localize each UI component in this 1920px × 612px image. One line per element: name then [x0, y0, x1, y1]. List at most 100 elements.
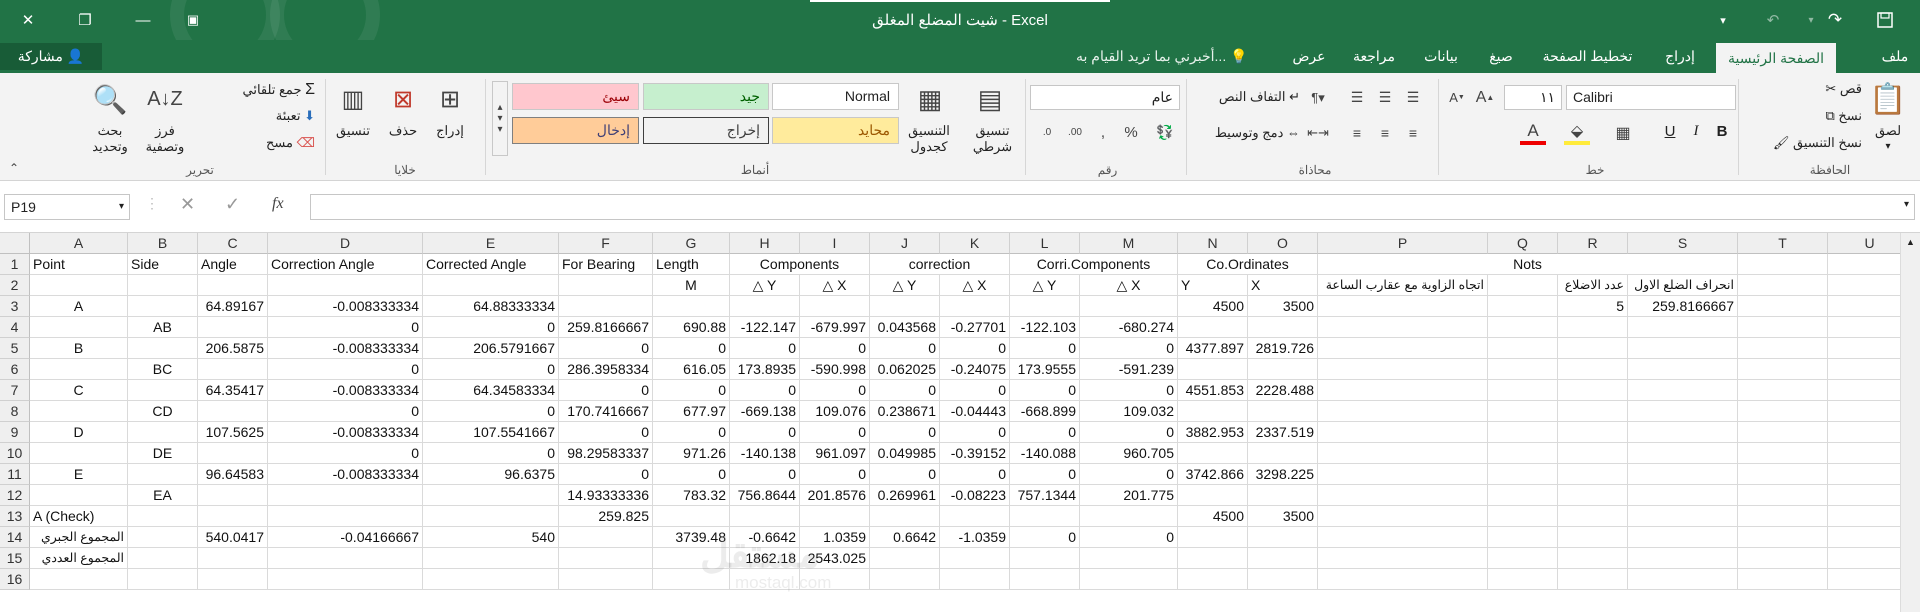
percent-icon[interactable]: %	[1118, 120, 1144, 145]
cell-r13[interactable]	[1558, 506, 1628, 527]
cell-p6[interactable]	[1318, 359, 1488, 380]
insert-cells-icon[interactable]: ⊞	[430, 79, 470, 119]
currency-icon[interactable]: 💱	[1150, 120, 1180, 145]
cell-b14[interactable]	[128, 527, 198, 548]
sort-filter-button[interactable]: فرز وتصفية	[138, 123, 192, 155]
cell-c14[interactable]: 540.0417	[198, 527, 268, 548]
cell-o13[interactable]: 3500	[1248, 506, 1318, 527]
cell-q11[interactable]	[1488, 464, 1558, 485]
cell-b9[interactable]	[128, 422, 198, 443]
cell-f4[interactable]: 259.8166667	[559, 317, 653, 338]
cell-b15[interactable]	[128, 548, 198, 569]
cell-i9[interactable]: 0	[800, 422, 870, 443]
cell-j6[interactable]: 0.062025	[870, 359, 940, 380]
cell-j4[interactable]: 0.043568	[870, 317, 940, 338]
cell-p16[interactable]	[1318, 569, 1488, 590]
cell-b12[interactable]: EA	[128, 485, 198, 506]
cell-k2[interactable]: △ X	[940, 275, 1010, 296]
cell-g11[interactable]: 0	[653, 464, 730, 485]
cell-o4[interactable]	[1248, 317, 1318, 338]
cell-i4[interactable]: -679.997	[800, 317, 870, 338]
cell-c1[interactable]: Angle	[198, 254, 268, 275]
cell-j12[interactable]: 0.269961	[870, 485, 940, 506]
cell-f11[interactable]: 0	[559, 464, 653, 485]
row-header-2[interactable]: 2	[0, 275, 30, 296]
cell-g8[interactable]: 677.97	[653, 401, 730, 422]
cell-m10[interactable]: 960.705	[1080, 443, 1178, 464]
cell-d6[interactable]: 0	[268, 359, 423, 380]
number-format-select[interactable]: عام	[1030, 85, 1180, 110]
cell-q5[interactable]	[1488, 338, 1558, 359]
cell-b3[interactable]	[128, 296, 198, 317]
cell-o9[interactable]: 2337.519	[1248, 422, 1318, 443]
font-name-select[interactable]: Calibri	[1566, 85, 1736, 110]
cell-q9[interactable]	[1488, 422, 1558, 443]
style-input[interactable]: إدخال	[512, 117, 639, 144]
cell-q12[interactable]	[1488, 485, 1558, 506]
cell-c10[interactable]	[198, 443, 268, 464]
row-header-4[interactable]: 4	[0, 317, 30, 338]
tab-view[interactable]: عرض	[1288, 40, 1330, 73]
cell-r16[interactable]	[1558, 569, 1628, 590]
row-header-1[interactable]: 1	[0, 254, 30, 275]
cell-t16[interactable]	[1738, 569, 1828, 590]
column-header-s[interactable]: S	[1628, 233, 1738, 254]
cell-h12[interactable]: 756.8644	[730, 485, 800, 506]
cell-b4[interactable]: AB	[128, 317, 198, 338]
cell-n6[interactable]	[1178, 359, 1248, 380]
cell-l16[interactable]	[1010, 569, 1080, 590]
cell-d9[interactable]: -0.008333334	[268, 422, 423, 443]
cell-t1[interactable]	[1738, 254, 1828, 275]
cell-g5[interactable]: 0	[653, 338, 730, 359]
column-header-l[interactable]: L	[1010, 233, 1080, 254]
cell-p8[interactable]	[1318, 401, 1488, 422]
cell-p9[interactable]	[1318, 422, 1488, 443]
cell-c15[interactable]	[198, 548, 268, 569]
cell-l3[interactable]	[1010, 296, 1080, 317]
cell-m2[interactable]: △ X	[1080, 275, 1178, 296]
copy-button[interactable]: ⧉ نسخ	[1782, 108, 1862, 124]
cell-i13[interactable]	[800, 506, 870, 527]
row-header-9[interactable]: 9	[0, 422, 30, 443]
cell-e10[interactable]: 0	[423, 443, 559, 464]
cell-t12[interactable]	[1738, 485, 1828, 506]
cell-c16[interactable]	[198, 569, 268, 590]
cell-i8[interactable]: 109.076	[800, 401, 870, 422]
cell-m3[interactable]	[1080, 296, 1178, 317]
cell-m14[interactable]: 0	[1080, 527, 1178, 548]
cell-m6[interactable]: -591.239	[1080, 359, 1178, 380]
cell-n12[interactable]	[1178, 485, 1248, 506]
select-all-corner[interactable]	[0, 233, 30, 254]
row-header-3[interactable]: 3	[0, 296, 30, 317]
cell-d5[interactable]: -0.008333334	[268, 338, 423, 359]
cell-h8[interactable]: -669.138	[730, 401, 800, 422]
cell-k16[interactable]	[940, 569, 1010, 590]
cell-n2[interactable]: Y	[1178, 275, 1248, 296]
wrap-text-button[interactable]: التفاف النص ↵	[1200, 89, 1300, 105]
cell-q10[interactable]	[1488, 443, 1558, 464]
cell-i3[interactable]	[800, 296, 870, 317]
cell-a16[interactable]	[30, 569, 128, 590]
cell-g12[interactable]: 783.32	[653, 485, 730, 506]
cell-f5[interactable]: 0	[559, 338, 653, 359]
cell-s13[interactable]	[1628, 506, 1738, 527]
cell-b13[interactable]	[128, 506, 198, 527]
format-as-table-icon[interactable]: ▦	[905, 79, 955, 119]
fill-color-icon[interactable]: ⬙	[1564, 120, 1590, 145]
cell-b2[interactable]	[128, 275, 198, 296]
bold-button[interactable]: B	[1712, 123, 1732, 140]
cell-s10[interactable]	[1628, 443, 1738, 464]
sort-filter-icon[interactable]: A↓Z	[145, 79, 185, 119]
cell-b16[interactable]	[128, 569, 198, 590]
cell-j2[interactable]: △ Y	[870, 275, 940, 296]
cell-o16[interactable]	[1248, 569, 1318, 590]
cell-q3[interactable]	[1488, 296, 1558, 317]
tab-file[interactable]: ملف	[1877, 40, 1913, 73]
column-header-c[interactable]: C	[198, 233, 268, 254]
cell-e8[interactable]: 0	[423, 401, 559, 422]
cell-j14[interactable]: 0.6642	[870, 527, 940, 548]
scroll-up-icon[interactable]: ▲	[1901, 237, 1920, 247]
cell-d14[interactable]: -0.04166667	[268, 527, 423, 548]
cell-r14[interactable]	[1558, 527, 1628, 548]
cell-t6[interactable]	[1738, 359, 1828, 380]
